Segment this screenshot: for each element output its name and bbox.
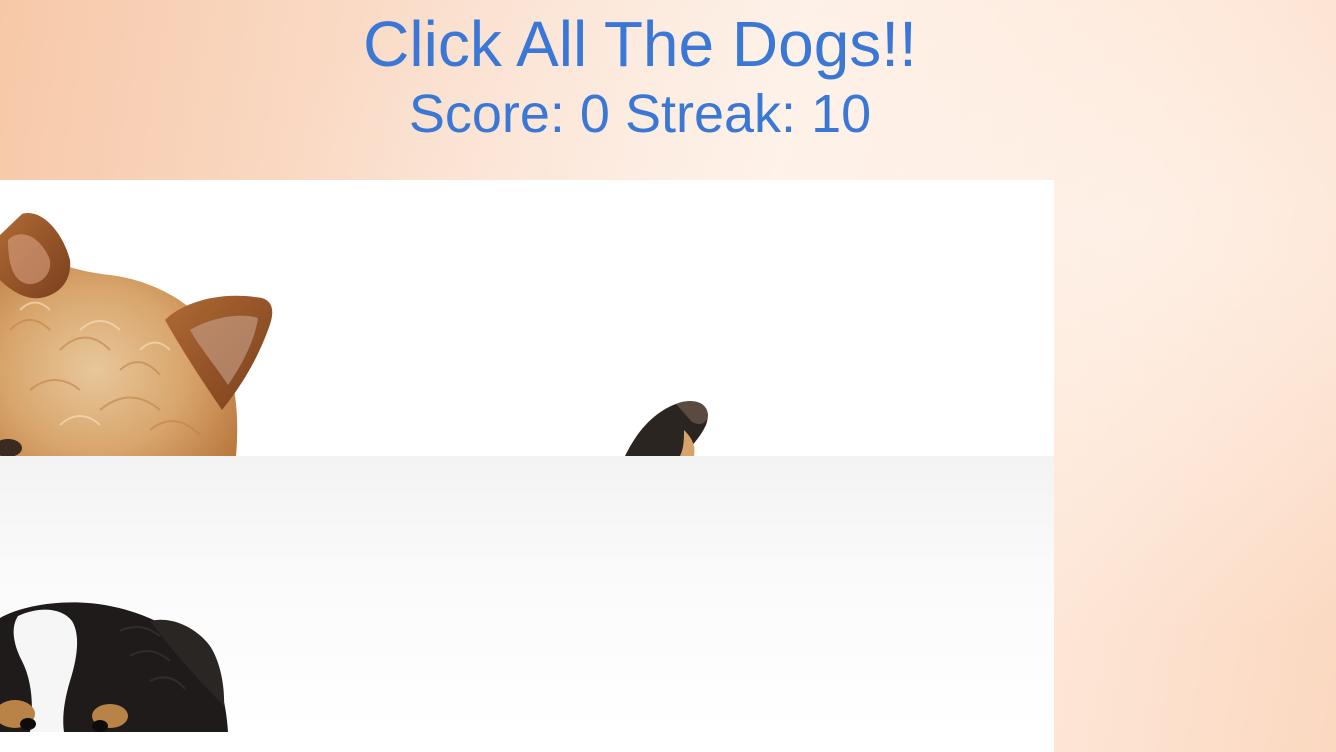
score-bar: Score: 0 Streak: 10 — [0, 84, 1280, 144]
game-header: Click All The Dogs!! Score: 0 Streak: 10 — [0, 8, 1280, 144]
streak-label: Streak: — [624, 84, 797, 144]
score-label: Score: — [408, 84, 565, 144]
score-value: 0 — [579, 84, 610, 144]
game-title: Click All The Dogs!! — [363, 8, 917, 80]
dog-photo-tile-collie[interactable] — [0, 456, 1054, 732]
streak-value: 10 — [811, 84, 872, 144]
terrier-dog-image — [0, 213, 708, 456]
next-tile-edge — [0, 732, 1054, 752]
collie-dog-image — [0, 602, 228, 732]
dog-photo-tile-terrier[interactable] — [0, 180, 1054, 456]
